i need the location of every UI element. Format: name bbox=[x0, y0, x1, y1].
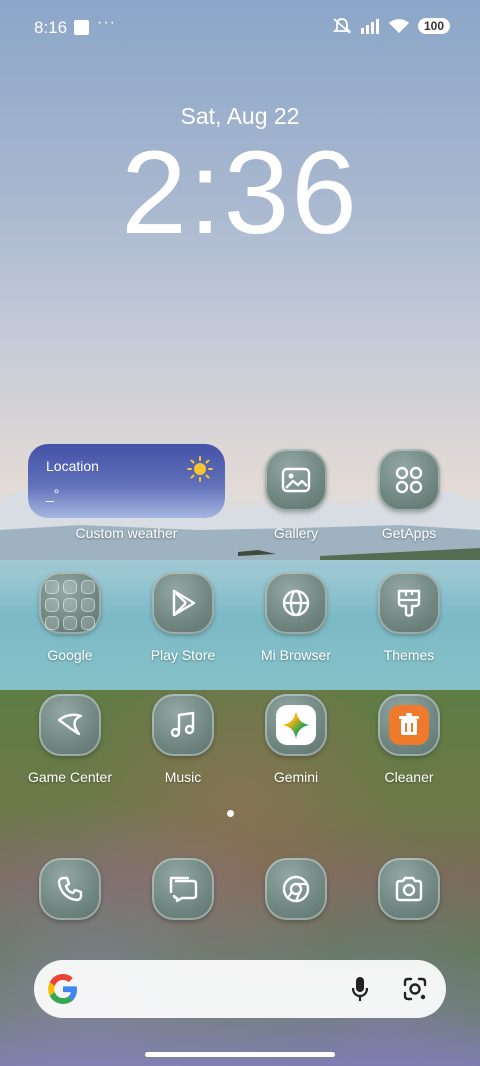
trash-icon bbox=[399, 713, 419, 735]
home-screen: 8:16 ··· 100 Sat, Aug 22 2:36 Location _… bbox=[0, 0, 480, 1066]
mute-icon bbox=[332, 18, 352, 34]
gallery-label: Gallery bbox=[273, 525, 319, 541]
folder-app-icon bbox=[63, 580, 77, 594]
weather-widget-label: Custom weather bbox=[75, 525, 178, 541]
notification-icon bbox=[74, 20, 89, 35]
wifi-icon bbox=[388, 19, 409, 33]
getapps-app-icon[interactable] bbox=[378, 449, 440, 511]
folder-app-icon bbox=[81, 616, 95, 630]
chrome-app-icon[interactable] bbox=[265, 858, 327, 920]
phone-app-icon[interactable] bbox=[39, 858, 101, 920]
messages-app-icon[interactable] bbox=[152, 858, 214, 920]
themes-label: Themes bbox=[383, 647, 435, 663]
status-time: 8:16 bbox=[34, 18, 68, 37]
phone-icon bbox=[57, 876, 83, 902]
folder-app-icon bbox=[63, 598, 77, 612]
signal-icon bbox=[360, 19, 379, 34]
lock-clock[interactable]: 2:36 bbox=[0, 128, 480, 258]
more-notifications-icon: ··· bbox=[97, 14, 116, 31]
gemini-label: Gemini bbox=[273, 769, 319, 785]
folder-app-icon bbox=[45, 580, 59, 594]
playstore-app-icon[interactable] bbox=[152, 572, 214, 634]
google-g-icon bbox=[48, 974, 77, 1004]
lock-date: Sat, Aug 22 bbox=[180, 103, 300, 129]
music-app-icon[interactable] bbox=[152, 694, 214, 756]
cleaner-tile bbox=[389, 705, 429, 745]
google-label: Google bbox=[47, 647, 93, 663]
browser-app-icon[interactable] bbox=[265, 572, 327, 634]
google-lens-icon[interactable] bbox=[402, 976, 428, 1002]
gallery-icon bbox=[281, 467, 311, 493]
home-gesture-bar[interactable] bbox=[145, 1052, 335, 1057]
music-note-icon bbox=[170, 711, 195, 738]
music-label: Music bbox=[164, 769, 202, 785]
gamecenter-label: Game Center bbox=[27, 769, 113, 785]
gamecenter-app-icon[interactable] bbox=[39, 694, 101, 756]
gallery-app-icon[interactable] bbox=[265, 449, 327, 511]
status-bar: 8:16 ··· 100 bbox=[0, 0, 480, 56]
paintbrush-icon bbox=[397, 589, 421, 617]
browser-label: Mi Browser bbox=[260, 647, 331, 663]
weather-temperature: _° bbox=[46, 486, 60, 502]
themes-app-icon[interactable] bbox=[378, 572, 440, 634]
folder-app-icon bbox=[45, 598, 59, 612]
camera-icon bbox=[395, 876, 423, 902]
folder-app-icon bbox=[63, 616, 77, 630]
google-search-bar[interactable] bbox=[34, 960, 446, 1018]
weather-widget[interactable]: Location _° bbox=[28, 444, 225, 518]
getapps-label: GetApps bbox=[381, 525, 437, 541]
camera-app-icon[interactable] bbox=[378, 858, 440, 920]
gemini-app-icon[interactable] bbox=[265, 694, 327, 756]
folder-app-icon bbox=[81, 598, 95, 612]
getapps-icon bbox=[395, 466, 423, 494]
folder-app-icon bbox=[45, 616, 59, 630]
cleaner-app-icon[interactable] bbox=[378, 694, 440, 756]
gemini-tile bbox=[276, 705, 316, 745]
messages-icon bbox=[169, 876, 198, 903]
battery-indicator: 100 bbox=[417, 18, 450, 34]
folder-app-icon bbox=[81, 580, 95, 594]
google-folder-icon[interactable] bbox=[39, 572, 101, 634]
globe-icon bbox=[282, 589, 310, 617]
cleaner-label: Cleaner bbox=[384, 769, 434, 785]
playstore-label: Play Store bbox=[150, 647, 216, 663]
chrome-icon bbox=[282, 875, 310, 903]
gemini-sparkle-icon bbox=[282, 711, 310, 739]
microphone-icon[interactable] bbox=[350, 975, 370, 1003]
boomerang-icon bbox=[57, 713, 83, 736]
weather-location: Location bbox=[46, 458, 99, 474]
page-indicator[interactable] bbox=[227, 810, 234, 817]
play-store-icon bbox=[172, 589, 196, 617]
sun-icon bbox=[187, 456, 213, 482]
